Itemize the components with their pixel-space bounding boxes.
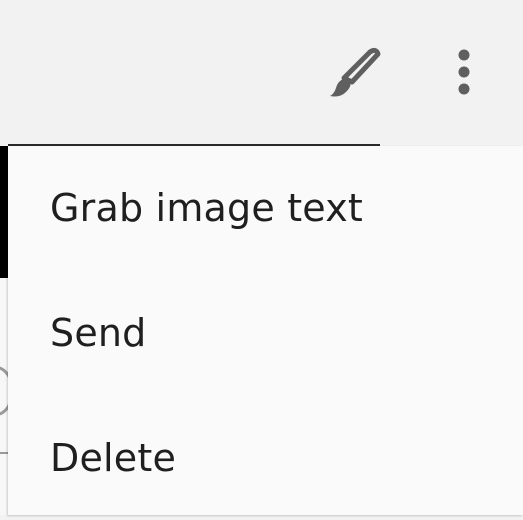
more-vert-icon[interactable]: [448, 44, 480, 100]
paint-brush-icon[interactable]: [326, 44, 382, 100]
overflow-menu: Grab image text Send Delete: [8, 146, 523, 515]
menu-item-label: Grab image text: [50, 186, 363, 230]
menu-item-delete[interactable]: Delete: [8, 396, 523, 520]
top-toolbar: [0, 0, 523, 146]
menu-item-label: Delete: [50, 436, 177, 480]
menu-item-grab-image-text[interactable]: Grab image text: [8, 146, 523, 270]
menu-item-label: Send: [50, 311, 147, 355]
menu-item-send[interactable]: Send: [8, 271, 523, 395]
